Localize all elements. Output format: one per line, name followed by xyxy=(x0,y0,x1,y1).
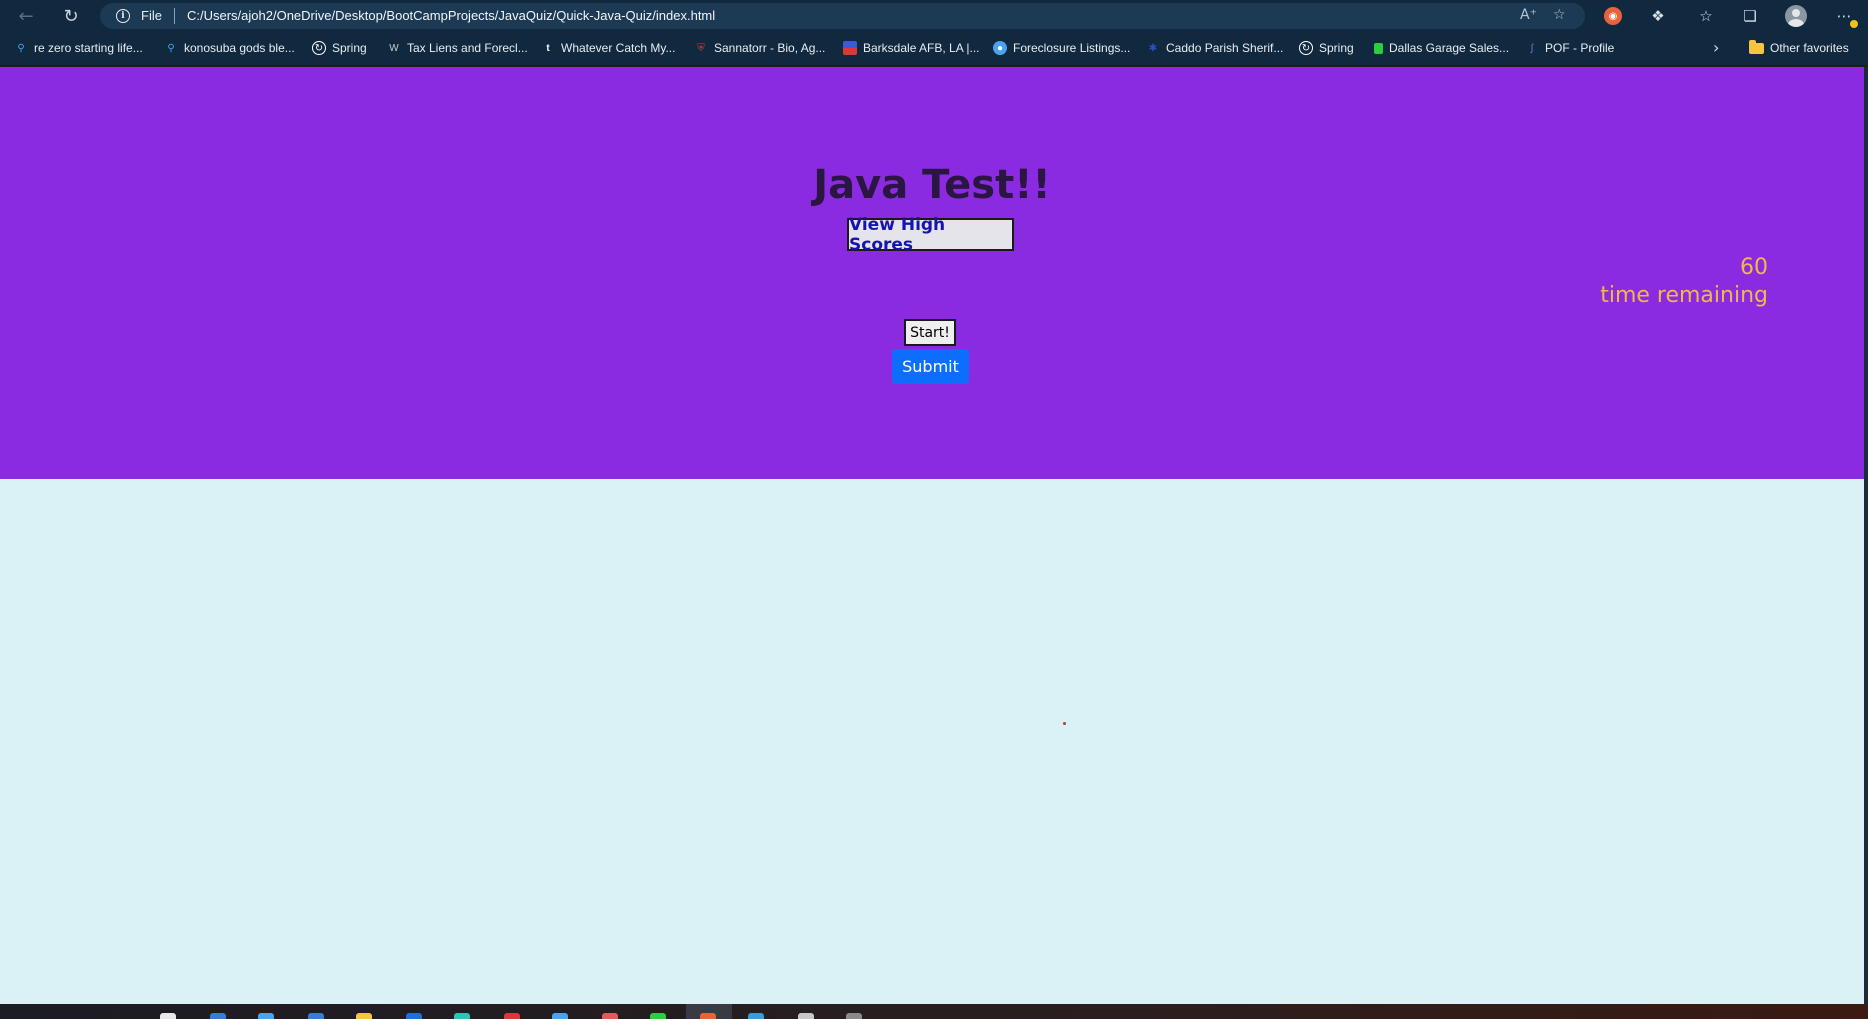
bookmark-item[interactable]: W Tax Liens and Forecl... xyxy=(387,41,528,55)
read-aloud-icon[interactable]: A⁺ xyxy=(1520,7,1537,23)
bookmark-item[interactable]: Dallas Garage Sales... xyxy=(1374,41,1509,55)
bookmark-label: Foreclosure Listings... xyxy=(1013,41,1131,55)
globe-icon: ● xyxy=(993,41,1007,55)
star-badge-icon: ✱ xyxy=(1148,42,1158,54)
address-divider xyxy=(174,8,175,24)
taskbar-app-icon[interactable] xyxy=(748,1013,764,1019)
taskbar-app-icon[interactable] xyxy=(210,1013,226,1019)
timer-label: time remaining xyxy=(1600,283,1768,308)
taskbar-app-icon[interactable] xyxy=(798,1013,814,1019)
bookmark-item[interactable]: t Whatever Catch My... xyxy=(541,41,675,55)
chevron-right-icon[interactable]: › xyxy=(1713,38,1719,57)
bookmark-label: POF - Profile xyxy=(1545,41,1615,55)
extension-icon[interactable]: ◉ xyxy=(1601,4,1625,28)
other-favorites-folder[interactable]: Other favorites xyxy=(1749,39,1849,55)
bookmark-label: Spring xyxy=(1319,41,1354,55)
bookmark-item[interactable]: Barksdale AFB, LA |... xyxy=(843,41,980,55)
os-taskbar xyxy=(0,1004,1868,1019)
bookmark-item[interactable]: ⚲ konosuba gods ble... xyxy=(164,41,295,55)
view-high-scores-button[interactable]: View High Scores xyxy=(847,215,1014,255)
submit-button[interactable]: Submit xyxy=(892,349,969,384)
taskbar-app-icon[interactable] xyxy=(406,1013,422,1019)
bookmark-item[interactable]: ⚲ re zero starting life... xyxy=(14,41,143,55)
taskbar-app-icon[interactable] xyxy=(160,1013,176,1019)
wings-icon: W xyxy=(389,42,399,54)
extensions-puzzle-icon[interactable]: ❖ xyxy=(1646,4,1670,28)
bookmark-label: Whatever Catch My... xyxy=(561,41,676,55)
settings-menu-icon[interactable]: ⋯ xyxy=(1832,4,1858,28)
taskbar-app-icon[interactable] xyxy=(504,1013,520,1019)
taskbar-app-icon[interactable] xyxy=(700,1013,716,1019)
page-title: Java Test!! xyxy=(813,162,1051,208)
taskbar-app-icon[interactable] xyxy=(454,1013,470,1019)
scrollbar[interactable] xyxy=(1864,67,1868,1004)
reload-icon[interactable]: ↻ xyxy=(57,2,85,30)
bookmark-label: Dallas Garage Sales... xyxy=(1389,41,1510,55)
mouse-cursor-dot xyxy=(1063,722,1066,725)
add-favorite-icon[interactable]: ☆ xyxy=(1553,7,1566,23)
bookmark-label: re zero starting life... xyxy=(34,41,143,55)
bookmark-label: Sannatorr - Bio, Ag... xyxy=(714,41,826,55)
extension-badge-icon: ◉ xyxy=(1604,7,1622,25)
bookmark-item[interactable]: ⛨ Sannatorr - Bio, Ag... xyxy=(694,41,825,55)
scheme-label: File xyxy=(141,8,162,23)
bookmark-label: Caddo Parish Sherif... xyxy=(1166,41,1284,55)
taskbar-app-icon[interactable] xyxy=(846,1013,862,1019)
browser-toolbar: ← ↻ i File C:/Users/ajoh2/OneDrive/Deskt… xyxy=(0,0,1868,32)
shield-icon: ⛨ xyxy=(697,42,705,54)
profile-avatar[interactable] xyxy=(1784,4,1808,28)
timer: 60 time remaining xyxy=(1600,254,1768,310)
start-button[interactable]: Start! xyxy=(904,319,956,346)
bookmark-label: Spring xyxy=(332,41,367,55)
taskbar-app-icon[interactable] xyxy=(602,1013,618,1019)
bookmark-label: Barksdale AFB, LA |... xyxy=(863,41,980,55)
bookmark-item[interactable]: ✱ Caddo Parish Sherif... xyxy=(1146,41,1284,55)
square-icon xyxy=(1374,42,1383,54)
tumblr-icon: t xyxy=(546,42,550,54)
favorites-icon[interactable]: ☆ xyxy=(1694,4,1718,28)
bookmark-label: Tax Liens and Forecl... xyxy=(407,41,528,55)
folder-icon xyxy=(1749,39,1764,54)
back-arrow-icon[interactable]: ← xyxy=(12,2,40,30)
taskbar-app-icon[interactable] xyxy=(356,1013,372,1019)
page-body: Java Test!! View High Scores 60 time rem… xyxy=(0,67,1864,1004)
timer-value: 60 xyxy=(1740,255,1768,280)
bookmark-label: konosuba gods ble... xyxy=(184,41,295,55)
collections-icon[interactable]: ❏ xyxy=(1738,4,1762,28)
address-bar[interactable]: i File C:/Users/ajoh2/OneDrive/Desktop/B… xyxy=(100,3,1585,29)
bookmark-item[interactable]: ● Foreclosure Listings... xyxy=(993,41,1130,55)
fish-icon: ∫ xyxy=(1530,42,1534,54)
taskbar-app-icon[interactable] xyxy=(650,1013,666,1019)
url-text[interactable]: C:/Users/ajoh2/OneDrive/Desktop/BootCamp… xyxy=(187,8,715,23)
notification-dot-icon xyxy=(1850,20,1858,28)
taskbar-app-icon[interactable] xyxy=(308,1013,324,1019)
spring-icon: ↻ xyxy=(1299,41,1313,55)
other-favorites-label: Other favorites xyxy=(1770,41,1849,55)
avatar xyxy=(1785,5,1807,27)
bookmarks-bar: ⚲ re zero starting life... ⚲ konosuba go… xyxy=(0,32,1868,66)
flag-icon xyxy=(843,41,857,55)
quiz-header: Java Test!! View High Scores 60 time rem… xyxy=(0,67,1864,479)
taskbar-app-icon[interactable] xyxy=(258,1013,274,1019)
search-icon: ⚲ xyxy=(167,42,175,54)
bookmark-item[interactable]: ↻ Spring xyxy=(312,41,367,55)
search-icon: ⚲ xyxy=(17,42,25,54)
spring-icon: ↻ xyxy=(312,41,326,55)
info-icon[interactable]: i xyxy=(116,9,130,23)
taskbar-app-icon[interactable] xyxy=(552,1013,568,1019)
bookmark-item[interactable]: ↻ Spring xyxy=(1299,41,1354,55)
bookmark-item[interactable]: ∫ POF - Profile xyxy=(1525,41,1615,55)
